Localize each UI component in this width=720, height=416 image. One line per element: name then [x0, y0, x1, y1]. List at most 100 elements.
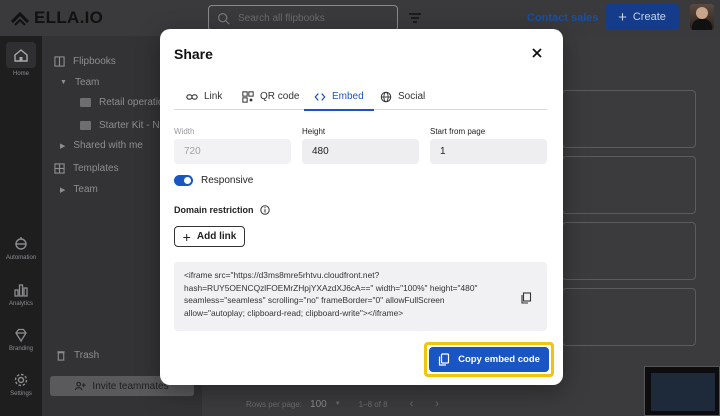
home-icon — [14, 49, 28, 62]
search-placeholder: Search all flipbooks — [238, 12, 325, 24]
create-label: Create — [632, 11, 666, 23]
tab-link[interactable]: Link — [176, 83, 232, 110]
user-avatar[interactable] — [690, 4, 714, 30]
pagination: Rows per page: 100 ▼ 1–8 of 8 ‹ › — [246, 398, 439, 410]
page-range: 1–8 of 8 — [358, 399, 388, 409]
panel-label-flipbooks: Flipbooks — [73, 56, 116, 67]
qr-code-icon — [242, 90, 254, 103]
panel-item-team[interactable]: ▼ Team — [60, 77, 99, 88]
rows-per-page-select[interactable]: 100 — [310, 399, 327, 410]
panel-item-folder-starter[interactable]: Starter Kit - New — [80, 120, 172, 131]
rail-item-analytics[interactable]: Analytics — [0, 282, 42, 307]
tab-label-link: Link — [204, 91, 223, 102]
embed-code-line: allow="autoplay; clipboard-read; clipboa… — [184, 307, 404, 318]
domain-restriction: Domain restriction — [174, 205, 270, 215]
prev-page-icon[interactable]: ‹ — [410, 398, 414, 410]
link-icon — [186, 93, 198, 100]
width-label: Width — [174, 127, 195, 136]
panel-label-trash: Trash — [74, 350, 100, 361]
caret-down-icon: ▼ — [334, 401, 341, 407]
rail-label-settings: Settings — [10, 391, 32, 397]
panel-label-team: Team — [74, 77, 100, 88]
copy-embed-code-button[interactable]: Copy embed code — [429, 347, 549, 372]
folder-icon — [80, 121, 91, 130]
folder-icon — [80, 98, 91, 107]
app-logo[interactable]: ELLA.IO — [10, 8, 103, 28]
rail-label-home: Home — [12, 71, 29, 77]
rail-item-automation[interactable]: Automation — [0, 236, 42, 261]
rail-item-home[interactable]: Home — [0, 42, 42, 77]
height-input[interactable] — [302, 139, 419, 164]
embed-code-line: seamless="seamless" scrolling="no" frame… — [184, 295, 445, 306]
width-input[interactable] — [174, 139, 291, 164]
tab-qr-code[interactable]: QR code — [232, 83, 309, 110]
logo-icon — [10, 11, 30, 26]
tab-label-social: Social — [398, 91, 426, 102]
panel-label-shared: Shared with me — [73, 140, 143, 151]
robot-icon — [15, 237, 27, 250]
panel-label-templates-team: Team — [73, 184, 98, 195]
grid-icon — [54, 163, 65, 174]
tab-social[interactable]: Social — [370, 83, 435, 110]
copy-embed-code-label: Copy embed code — [458, 354, 540, 365]
responsive-toggle[interactable] — [174, 175, 193, 186]
create-button[interactable]: + Create — [605, 4, 679, 30]
flipbook-card[interactable] — [562, 156, 696, 214]
flipbook-card[interactable] — [562, 222, 696, 280]
tab-embed[interactable]: Embed — [304, 83, 374, 111]
preview-thumbnail[interactable] — [644, 366, 720, 416]
plus-icon: + — [182, 228, 191, 245]
invite-label: Invite teammates — [92, 380, 169, 392]
flipbook-card[interactable] — [562, 288, 696, 346]
flipbook-card[interactable] — [562, 90, 696, 148]
tab-label-qr-code: QR code — [260, 91, 300, 102]
panel-item-shared[interactable]: ▶ Shared with me — [60, 140, 143, 151]
panel-label-templates: Templates — [73, 163, 119, 174]
panel-item-templates-team[interactable]: ▶ Team — [60, 184, 98, 195]
diamond-icon — [15, 328, 27, 343]
filter-icon[interactable] — [408, 11, 422, 25]
plus-icon: + — [618, 8, 627, 26]
caret-right-icon: ▶ — [60, 186, 66, 194]
rail-label-branding: Branding — [8, 346, 34, 352]
height-label: Height — [302, 127, 326, 136]
start-page-label: Start from page — [430, 127, 486, 136]
add-link-button[interactable]: + Add link — [174, 226, 245, 247]
bar-chart-icon — [14, 284, 28, 297]
rail-item-branding[interactable]: Branding — [0, 327, 42, 352]
info-icon[interactable] — [259, 205, 270, 215]
book-icon — [54, 56, 65, 67]
search-icon — [217, 12, 230, 25]
copy-icon[interactable] — [520, 292, 532, 304]
next-page-icon[interactable]: › — [435, 398, 439, 410]
rail-item-settings[interactable]: Settings — [0, 372, 42, 397]
share-tabs: Link QR code Embed Social — [174, 83, 547, 111]
left-rail: Home Automation Analytics Branding Setti… — [0, 36, 42, 416]
share-dialog: Share Link QR code Embed Social Width He… — [160, 29, 563, 385]
contact-sales-link[interactable]: Contact sales — [527, 12, 599, 24]
caret-down-icon: ▼ — [60, 79, 67, 86]
embed-code-line: hash=RUY5OENCQzlFOEMrZHpjYXAzdXJ6cA==" w… — [184, 282, 478, 293]
panel-item-templates[interactable]: Templates — [54, 163, 119, 174]
code-icon — [314, 92, 326, 101]
domain-restriction-label: Domain restriction — [174, 205, 254, 215]
app-name: ELLA.IO — [34, 8, 104, 27]
responsive-label: Responsive — [201, 175, 254, 186]
panel-item-flipbooks[interactable]: Flipbooks — [54, 56, 116, 67]
responsive-row: Responsive — [174, 175, 253, 186]
copy-icon — [438, 353, 450, 366]
rail-label-automation: Automation — [5, 255, 37, 261]
panel-item-trash[interactable]: Trash — [56, 350, 99, 361]
start-page-input[interactable] — [430, 139, 547, 164]
caret-right-icon: ▶ — [60, 142, 66, 150]
gear-icon — [14, 373, 28, 387]
tab-label-embed: Embed — [332, 91, 364, 102]
rows-per-page-label: Rows per page: — [246, 399, 303, 409]
rail-label-analytics: Analytics — [8, 301, 33, 307]
globe-icon — [380, 91, 392, 102]
embed-code-box[interactable]: <iframe src="https://d3ms8mre5rhtvu.clou… — [174, 262, 547, 331]
panel-item-folder-retail[interactable]: Retail operation — [80, 97, 169, 108]
close-icon[interactable] — [530, 46, 544, 60]
search-bar[interactable]: Search all flipbooks — [208, 5, 398, 31]
dialog-title: Share — [174, 46, 213, 62]
